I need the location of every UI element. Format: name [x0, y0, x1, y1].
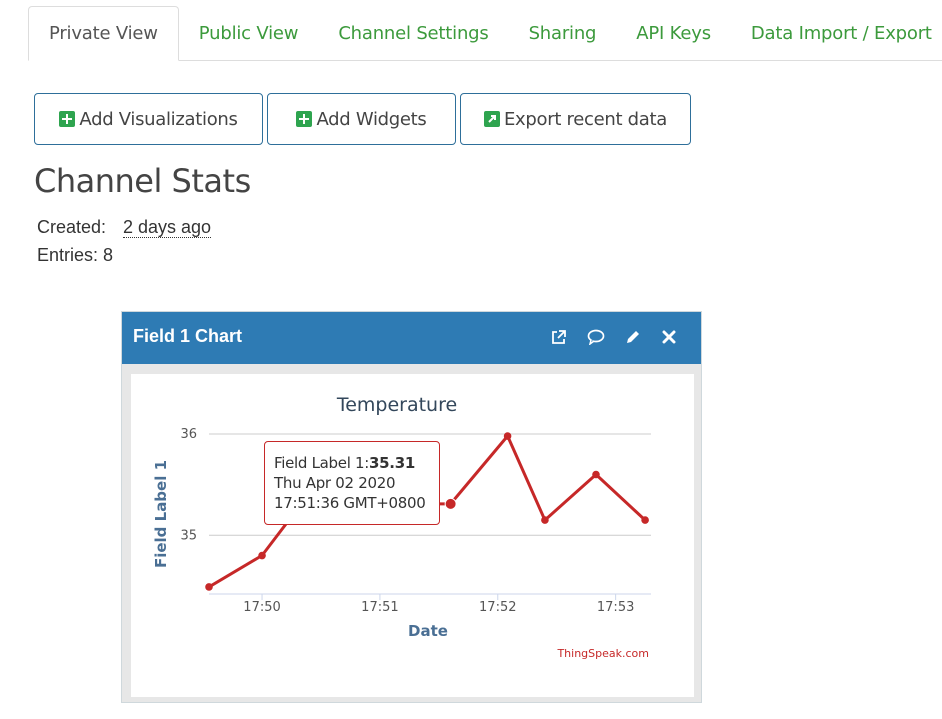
tooltip-date: Thu Apr 02 2020: [274, 474, 396, 492]
tooltip-label: Field Label 1:: [274, 454, 370, 472]
tab-sharing[interactable]: Sharing: [509, 6, 617, 60]
x-tick-label: 17:53: [597, 600, 634, 615]
channel-tabs: Private View Public View Channel Setting…: [28, 6, 942, 61]
widget-header: Field 1 Chart: [122, 312, 701, 364]
widget-title: Field 1 Chart: [133, 326, 243, 346]
tab-public-view[interactable]: Public View: [179, 6, 319, 60]
x-tick-label: 17:51: [361, 600, 398, 615]
chart-title: Temperature: [336, 394, 457, 416]
created-label: Created:: [37, 217, 107, 237]
tooltip-value: 35.31: [369, 454, 415, 472]
tab-private-view[interactable]: Private View: [28, 6, 179, 61]
close-icon[interactable]: [659, 327, 679, 347]
channel-stats-title: Channel Stats: [34, 162, 251, 200]
tooltip-time: 17:51:36 GMT+0800: [274, 494, 426, 512]
y-tick-label: 35: [180, 528, 197, 543]
add-visualizations-label: Add Visualizations: [79, 108, 238, 130]
plus-square-icon: [296, 111, 313, 127]
data-point: [503, 432, 512, 440]
entries-count: Entries: 8: [37, 245, 114, 265]
x-axis-label: Date: [408, 622, 448, 640]
chart-credit: ThingSpeak.com: [556, 647, 649, 660]
x-tick-label: 17:52: [479, 600, 516, 615]
chart-area: Temperature 35 36 17:50 17:51 17:52 17:53 Date F…: [131, 374, 694, 697]
y-tick-label: 36: [180, 427, 197, 442]
export-recent-data-label: Export recent data: [503, 108, 668, 130]
x-tick-label: 17:50: [243, 600, 280, 615]
tab-data-import-export[interactable]: Data Import / Export: [731, 6, 942, 60]
add-widgets-label: Add Widgets: [316, 108, 427, 130]
add-visualizations-button[interactable]: Add Visualizations: [34, 93, 263, 145]
data-point: [541, 516, 549, 524]
tab-api-keys[interactable]: API Keys: [616, 6, 731, 60]
chart-tooltip: Field Label 1:35.31 Thu Apr 02 2020 17:5…: [264, 441, 440, 525]
plus-square-icon: [59, 111, 76, 127]
field-1-chart-widget: Field 1 Chart Temperature 35 36 17:50 17:51: [121, 311, 702, 703]
external-square-icon: [483, 111, 500, 127]
y-axis-label: Field Label 1: [152, 460, 170, 568]
add-widgets-button[interactable]: Add Widgets: [267, 93, 456, 145]
data-point: [592, 470, 600, 479]
tab-channel-settings[interactable]: Channel Settings: [318, 6, 508, 60]
created-value: 2 days ago: [123, 217, 212, 238]
data-point: [258, 551, 266, 560]
export-recent-data-button[interactable]: Export recent data: [460, 93, 691, 145]
comment-icon[interactable]: [586, 327, 606, 347]
data-point: [205, 583, 213, 591]
highlighted-data-point: [444, 497, 457, 510]
external-link-icon[interactable]: [548, 327, 568, 347]
temperature-line-chart: Temperature 35 36 17:50 17:51 17:52 17:53 Date F…: [152, 394, 651, 660]
pencil-icon[interactable]: [623, 327, 643, 347]
data-point: [641, 516, 649, 524]
